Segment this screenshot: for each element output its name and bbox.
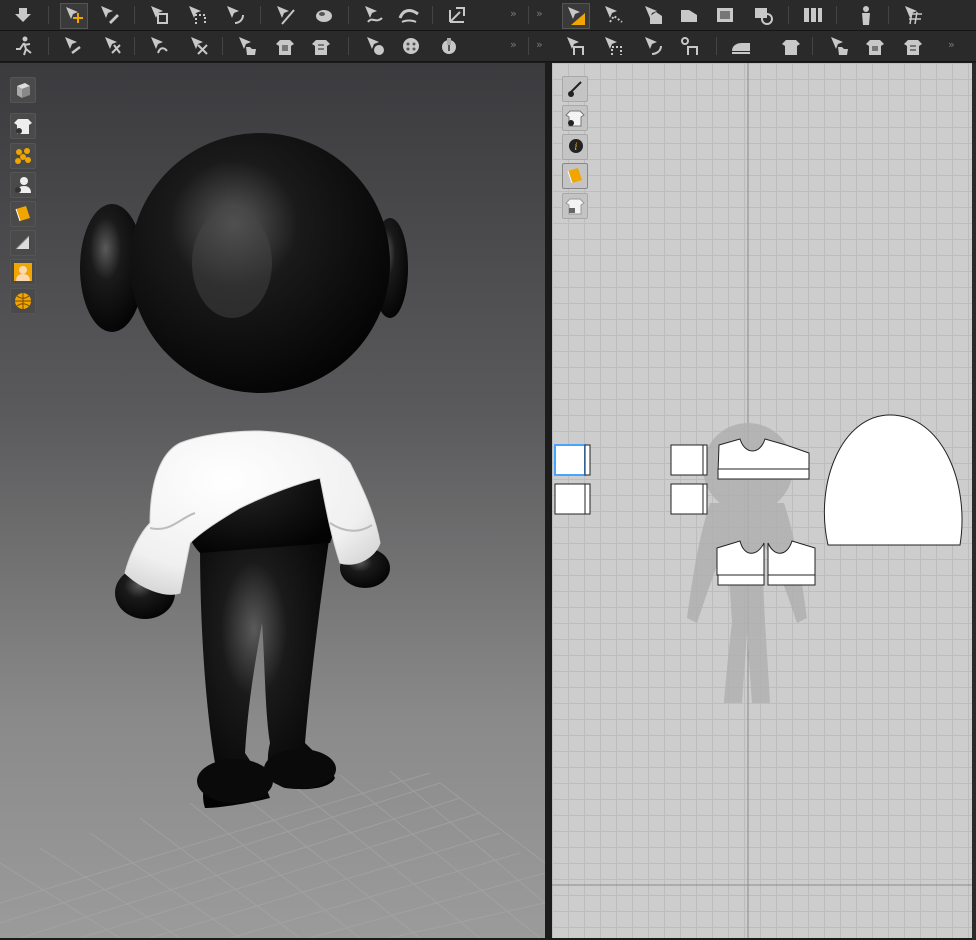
right-panel-edge	[972, 63, 976, 940]
garment-lock-icon[interactable]	[308, 34, 334, 58]
more-tools-icon[interactable]: »	[948, 38, 955, 51]
strap-icon[interactable]	[360, 3, 386, 27]
environment-icon[interactable]	[10, 288, 36, 314]
fold-arrange-icon[interactable]	[146, 3, 172, 27]
viewport-divider[interactable]	[545, 63, 552, 940]
steam-icon[interactable]	[826, 34, 852, 58]
grid-pattern-icon[interactable]	[900, 3, 926, 27]
floor-grid	[0, 770, 545, 938]
iron-icon[interactable]	[728, 34, 754, 58]
avatar-skin-icon[interactable]	[10, 259, 36, 285]
zipper-icon[interactable]	[436, 34, 462, 58]
particle-distance-icon[interactable]	[10, 143, 36, 169]
show-avatar-icon[interactable]	[10, 172, 36, 198]
view-cube-icon[interactable]	[10, 77, 36, 103]
segment-sewing-icon[interactable]	[562, 34, 588, 58]
2d-pattern-window[interactable]: i	[552, 63, 972, 938]
rectangle-icon[interactable]	[712, 3, 738, 27]
show-internal-lines-icon[interactable]	[562, 76, 588, 102]
texture-view-icon[interactable]	[10, 201, 36, 227]
garment-fit-icon[interactable]	[272, 34, 298, 58]
free-sewing-icon[interactable]	[600, 34, 626, 58]
3d-viewport[interactable]	[0, 63, 545, 938]
more-tools-icon[interactable]: »	[510, 38, 517, 51]
fold-cut-icon[interactable]	[186, 34, 212, 58]
svg-text:i: i	[574, 142, 577, 153]
pin-icon[interactable]	[272, 3, 298, 27]
edit-curvature-icon[interactable]	[640, 3, 666, 27]
edit-sewing-icon[interactable]	[640, 34, 666, 58]
edit-fold-icon[interactable]	[146, 34, 172, 58]
solid-fabric-icon[interactable]	[900, 34, 926, 58]
garment-tack-icon[interactable]	[234, 34, 260, 58]
edit-pattern-icon[interactable]	[562, 3, 590, 29]
more-tools-icon[interactable]: »	[536, 7, 543, 20]
show-baseline-icon[interactable]	[562, 105, 588, 131]
avatar-pose-icon[interactable]	[10, 34, 36, 58]
avatar-measure-icon[interactable]	[396, 3, 422, 27]
pattern-piece-sleeve-cuffs	[554, 444, 708, 515]
sewing-icon[interactable]	[852, 3, 878, 27]
tack-icon[interactable]	[310, 3, 336, 27]
internal-rectangle-icon[interactable]	[750, 3, 776, 27]
simulate-dropdown-icon[interactable]	[10, 3, 36, 27]
secondary-toolbar: » » »	[0, 31, 976, 62]
fold-angle-icon[interactable]	[100, 34, 126, 58]
show-garment-icon[interactable]	[10, 113, 36, 139]
main-toolbar: » »	[0, 0, 976, 31]
fabric-icon[interactable]	[862, 34, 888, 58]
3d-scene[interactable]	[0, 63, 545, 938]
shirt-icon[interactable]	[778, 34, 804, 58]
gizmo-icon[interactable]	[444, 3, 470, 27]
selected-cuff-piece	[554, 444, 586, 476]
fold-icon[interactable]	[60, 34, 86, 58]
texture-2d-icon[interactable]	[562, 163, 588, 189]
select-move-icon[interactable]	[60, 3, 88, 29]
buttonhole-icon[interactable]	[398, 34, 424, 58]
polygon-icon[interactable]	[676, 3, 702, 27]
check-sewing-icon[interactable]	[676, 34, 702, 58]
more-tools-icon[interactable]: »	[536, 38, 543, 51]
segment-arrange-icon[interactable]	[184, 3, 210, 27]
lock-pattern-icon[interactable]	[562, 193, 588, 219]
pattern-piece-hood	[824, 414, 963, 546]
transform-icon[interactable]	[96, 3, 122, 27]
more-tools-icon[interactable]: »	[510, 7, 517, 20]
thin-view-icon[interactable]	[10, 230, 36, 256]
transform-pattern-icon[interactable]	[600, 3, 626, 27]
2d-pattern-canvas[interactable]	[552, 63, 972, 938]
pattern-piece-back-bodice	[717, 438, 810, 480]
dart-icon[interactable]	[800, 3, 826, 27]
edit-segment-icon[interactable]	[222, 3, 248, 27]
pattern-info-icon[interactable]: i	[562, 134, 588, 160]
button-icon[interactable]	[362, 34, 388, 58]
